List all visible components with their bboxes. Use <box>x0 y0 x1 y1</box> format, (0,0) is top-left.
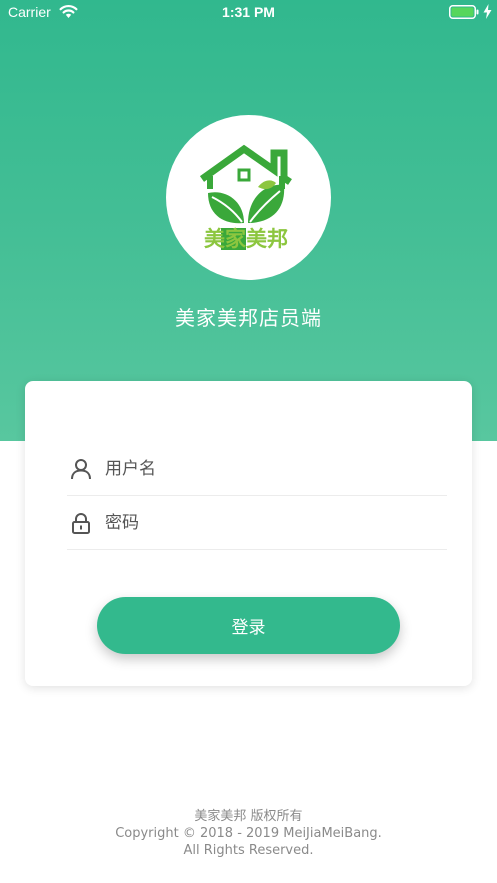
password-input[interactable] <box>105 508 435 538</box>
footer-rights: All Rights Reserved. <box>183 843 314 858</box>
username-input[interactable] <box>105 454 435 484</box>
username-field <box>67 442 447 496</box>
footer-copyright-en: Copyright © 2018 - 2019 MeiJiaMeiBang. <box>115 826 382 841</box>
login-button[interactable]: 登录 <box>97 597 400 654</box>
login-card: 登录 <box>25 381 472 686</box>
page-title: 美家美邦店员端 <box>175 306 322 330</box>
app-logo: 美家美邦 <box>199 144 292 251</box>
logo-wordmark: 美家美邦 <box>204 227 288 251</box>
bolt-icon <box>483 4 492 19</box>
user-icon <box>71 459 91 480</box>
footer: 美家美邦 版权所有 Copyright © 2018 - 2019 MeiJia… <box>0 808 497 859</box>
footer-copyright-cn: 美家美邦 版权所有 <box>194 809 303 824</box>
battery-icon <box>449 5 479 19</box>
status-bar: Carrier 1:31 PM <box>0 0 497 26</box>
password-field <box>67 496 447 550</box>
lock-icon <box>72 513 90 534</box>
status-time: 1:31 PM <box>222 4 275 20</box>
logo-circle: 美家美邦 <box>166 115 331 280</box>
